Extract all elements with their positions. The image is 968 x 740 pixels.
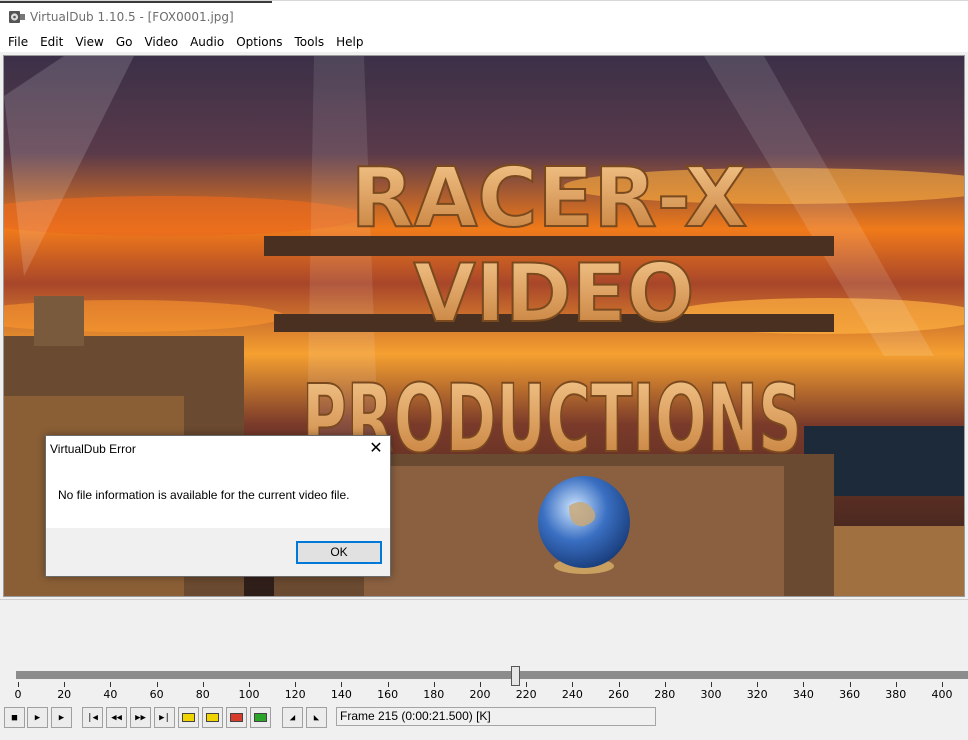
menu-options[interactable]: Options	[230, 32, 288, 52]
play-input-icon[interactable]: ▶	[27, 707, 48, 728]
timeline-tick-label: 140	[330, 688, 352, 701]
frame-status-field: Frame 215 (0:00:21.500) [K]	[336, 707, 656, 726]
timeline-tick-label: 400	[931, 688, 953, 701]
frame-text-line1: RACER-X	[351, 151, 748, 246]
frame-text-line2: VIDEO	[414, 247, 695, 340]
timeline-tick-label: 20	[57, 688, 72, 701]
title-bar-accent	[0, 1, 272, 3]
window-title: VirtualDub 1.10.5 - [FOX0001.jpg]	[30, 10, 234, 24]
timeline-tick	[757, 682, 759, 687]
timeline-tick-label: 180	[423, 688, 445, 701]
timeline-tick	[341, 682, 343, 687]
timeline-tick	[110, 682, 112, 687]
timeline-tick	[18, 682, 19, 687]
position-timeline[interactable]: 0 20 40 60 80 100 120 140 160 180 200 220 240 260 280 3…	[0, 662, 968, 704]
menu-view[interactable]: View	[69, 32, 109, 52]
timeline-tick-label: 260	[608, 688, 630, 701]
timeline-tick-label: 340	[792, 688, 814, 701]
timeline-tick	[156, 682, 158, 687]
position-toolbar: Frame 215 (0:00:21.500) [K] ■ ▶ ▶ |◀ ◀◀ ▶▶ ▶| ◢…	[0, 706, 968, 732]
ok-button[interactable]: OK	[296, 541, 382, 564]
prev-keyframe-icon[interactable]	[178, 707, 199, 728]
pane-divider	[0, 599, 968, 600]
timeline-tick	[942, 682, 943, 687]
timeline-tick	[664, 682, 666, 687]
timeline-tick-label: 360	[839, 688, 861, 701]
dialog-message: No file information is available for the…	[58, 488, 350, 502]
timeline-tick	[895, 682, 897, 687]
timeline-thumb[interactable]	[510, 666, 520, 686]
timeline-tick	[618, 682, 620, 687]
dialog-footer: OK	[46, 528, 390, 576]
menu-bar: File Edit View Go Video Audio Options To…	[0, 32, 968, 52]
timeline-tick-label: 380	[885, 688, 907, 701]
timeline-tick	[202, 682, 204, 687]
menu-tools[interactable]: Tools	[289, 32, 331, 52]
timeline-tick	[572, 682, 574, 687]
menu-go[interactable]: Go	[110, 32, 139, 52]
timeline-track[interactable]	[16, 671, 968, 679]
timeline-tick-label: 100	[238, 688, 260, 701]
timeline-tick	[849, 682, 851, 687]
menu-video[interactable]: Video	[138, 32, 184, 52]
timeline-tick	[295, 682, 297, 687]
timeline-tick-label: 280	[654, 688, 676, 701]
timeline-tick	[64, 682, 66, 687]
timeline-tick-label: 240	[561, 688, 583, 701]
play-output-icon[interactable]: ▶	[51, 707, 72, 728]
timeline-tick-label: 80	[195, 688, 210, 701]
timeline-tick	[249, 682, 250, 687]
timeline-tick-label: 160	[377, 688, 399, 701]
timeline-tick	[803, 682, 805, 687]
timeline-tick-label: 300	[700, 688, 722, 701]
timeline-tick	[480, 682, 481, 687]
error-dialog: VirtualDub Error ✕ No file information i…	[45, 435, 391, 577]
timeline-tick	[711, 682, 712, 687]
timeline-tick	[433, 682, 435, 687]
timeline-tick	[526, 682, 528, 687]
timeline-tick	[387, 682, 389, 687]
stop-icon[interactable]: ■	[4, 707, 25, 728]
timeline-tick-label: 40	[103, 688, 118, 701]
mark-in-icon[interactable]: ◢	[282, 707, 303, 728]
virtualdub-window: VirtualDub 1.10.5 - [FOX0001.jpg] File E…	[0, 0, 968, 740]
close-icon[interactable]: ✕	[368, 440, 384, 456]
menu-help[interactable]: Help	[330, 32, 369, 52]
menu-audio[interactable]: Audio	[184, 32, 230, 52]
dialog-title: VirtualDub Error	[50, 442, 136, 456]
go-end-icon[interactable]: ▶|	[154, 707, 175, 728]
film-reel-icon	[9, 11, 25, 23]
menu-file[interactable]: File	[2, 32, 34, 52]
timeline-tick-label: 320	[746, 688, 768, 701]
next-keyframe-icon[interactable]	[202, 707, 223, 728]
mark-out-icon[interactable]: ◣	[306, 707, 327, 728]
timeline-tick-label: 200	[469, 688, 491, 701]
scene-forward-icon[interactable]	[250, 707, 271, 728]
timeline-tick-label: 60	[149, 688, 164, 701]
step-forward-icon[interactable]: ▶▶	[130, 707, 151, 728]
go-start-icon[interactable]: |◀	[82, 707, 103, 728]
scene-back-icon[interactable]	[226, 707, 247, 728]
timeline-tick-label: 220	[515, 688, 537, 701]
timeline-tick-label: 0	[14, 688, 22, 701]
timeline-tick-label: 120	[284, 688, 306, 701]
step-back-icon[interactable]: ◀◀	[106, 707, 127, 728]
menu-edit[interactable]: Edit	[34, 32, 69, 52]
title-bar: VirtualDub 1.10.5 - [FOX0001.jpg]	[0, 0, 968, 32]
